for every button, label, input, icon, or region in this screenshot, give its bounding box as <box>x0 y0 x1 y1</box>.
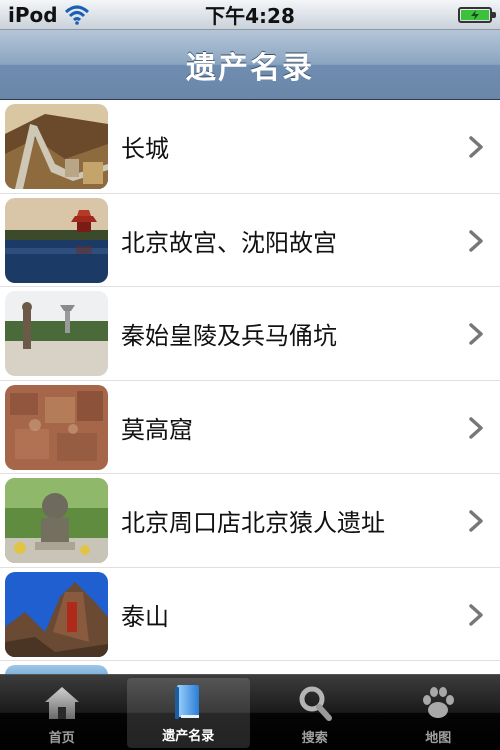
chevron-right-icon <box>469 416 483 439</box>
page-title: 遗产名录 <box>186 50 314 86</box>
tab-search[interactable]: 搜索 <box>253 675 377 750</box>
qin-mausoleum-thumbnail <box>5 291 108 376</box>
tab-label: 首页 <box>48 731 75 746</box>
home-icon <box>44 687 79 719</box>
wifi-icon <box>64 5 89 25</box>
list-item-label: 北京周口店北京猿人遗址 <box>121 509 385 537</box>
navigation-bar: 遗产名录 <box>0 30 500 100</box>
paw-icon <box>423 687 455 718</box>
zhoukoudian-thumbnail <box>5 478 108 563</box>
partial-thumbnail <box>5 665 108 674</box>
heritage-list[interactable]: 长城 北京故宫、沈阳故宫 秦始皇陵及兵马俑坑 莫高窟 北京周口店北京猿人遗址 泰… <box>0 100 500 674</box>
list-item-partial[interactable] <box>0 661 500 674</box>
great-wall-thumbnail <box>5 104 108 189</box>
chevron-right-icon <box>469 323 483 345</box>
bolt-icon <box>471 9 479 20</box>
battery-charging-fill <box>461 9 489 20</box>
chevron-right-icon <box>469 229 483 252</box>
list-item-label: 泰山 <box>121 602 169 631</box>
battery-icon <box>458 6 496 23</box>
tab-map[interactable]: 地图 <box>377 675 500 750</box>
list-item-forbidden-city[interactable]: 北京故宫、沈阳故宫 <box>0 194 500 287</box>
forbidden-city-thumbnail <box>5 197 108 283</box>
search-icon <box>299 686 332 721</box>
list-item-label: 秦始皇陵及兵马俑坑 <box>121 322 337 350</box>
list-item-mount-tai[interactable]: 泰山 <box>0 568 500 661</box>
tab-home[interactable]: 首页 <box>0 675 124 750</box>
tab-label: 遗产名录 <box>162 729 215 744</box>
list-item-label: 长城 <box>121 135 169 163</box>
list-item-label: 北京故宫、沈阳故宫 <box>121 228 337 257</box>
chevron-right-icon <box>469 510 483 532</box>
list-item-label: 莫高窟 <box>121 415 193 444</box>
list-item-zhoukoudian[interactable]: 北京周口店北京猿人遗址 <box>0 474 500 568</box>
tab-label: 搜索 <box>301 731 328 746</box>
status-left: iPod <box>8 3 90 27</box>
status-bar: iPod 下午4:28 <box>0 0 500 30</box>
mount-tai-thumbnail <box>5 571 108 657</box>
chevron-right-icon <box>469 603 483 626</box>
carrier-label: iPod <box>8 2 58 27</box>
chevron-right-icon <box>469 136 483 158</box>
book-icon <box>175 685 200 719</box>
list-item-mogao-caves[interactable]: 莫高窟 <box>0 381 500 474</box>
tab-heritage-list[interactable]: 遗产名录 <box>126 678 250 748</box>
mogao-caves-thumbnail <box>5 384 108 470</box>
list-item-great-wall[interactable]: 长城 <box>0 100 500 194</box>
tab-bar: 首页 遗产名录 搜索 地图 <box>0 674 500 750</box>
list-item-qin-mausoleum[interactable]: 秦始皇陵及兵马俑坑 <box>0 287 500 381</box>
tab-label: 地图 <box>425 731 452 746</box>
